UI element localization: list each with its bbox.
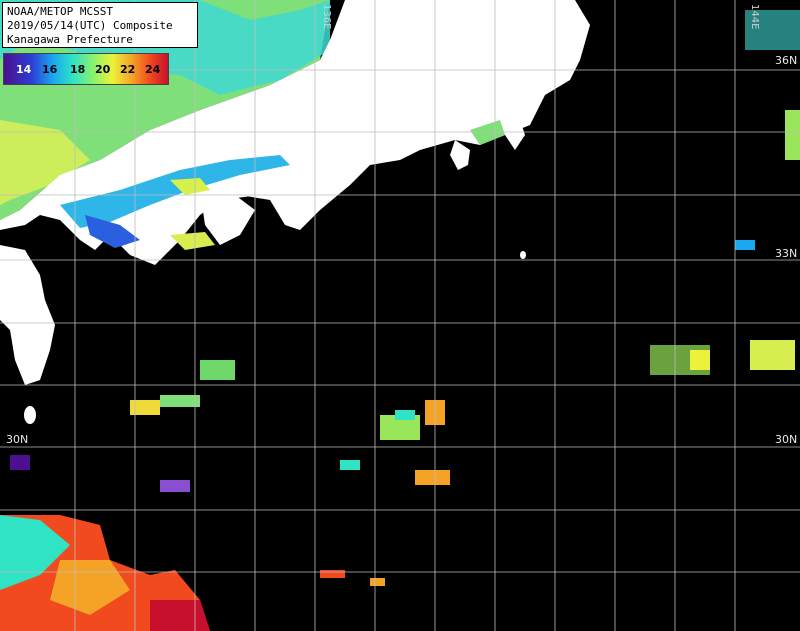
product-title: NOAA/METOP MCSST [7,5,113,18]
lon-label-136e: 136E [321,4,332,30]
legend-tick: 18 [70,63,86,76]
product-region: Kanagawa Prefecture [7,33,133,46]
lat-label-36n: 36N [775,54,798,67]
legend-tick: 24 [145,63,161,76]
lat-label-30n-right: 30N [775,433,798,446]
sst-color-legend: 14 16 18 20 22 24 [3,53,169,85]
lat-label-30n-left: 30N [6,433,29,446]
lon-label-144e: 144E [749,4,760,30]
kyushu-landmass [0,245,55,385]
legend-tick: 22 [120,63,136,76]
tanegashima-island [24,406,36,424]
hachijo-island [520,251,526,259]
izu-peninsula [450,140,470,170]
sst-map-view: NOAA/METOP MCSST 2019/05/14(UTC) Composi… [0,0,800,631]
legend-tick: 20 [95,63,111,76]
legend-tick: 16 [42,63,58,76]
legend-tick: 14 [16,63,32,76]
product-date: 2019/05/14(UTC) Composite [7,19,173,32]
lat-label-33n: 33N [775,247,798,260]
sst-map [0,0,800,631]
map-info-panel: NOAA/METOP MCSST 2019/05/14(UTC) Composi… [2,2,198,48]
